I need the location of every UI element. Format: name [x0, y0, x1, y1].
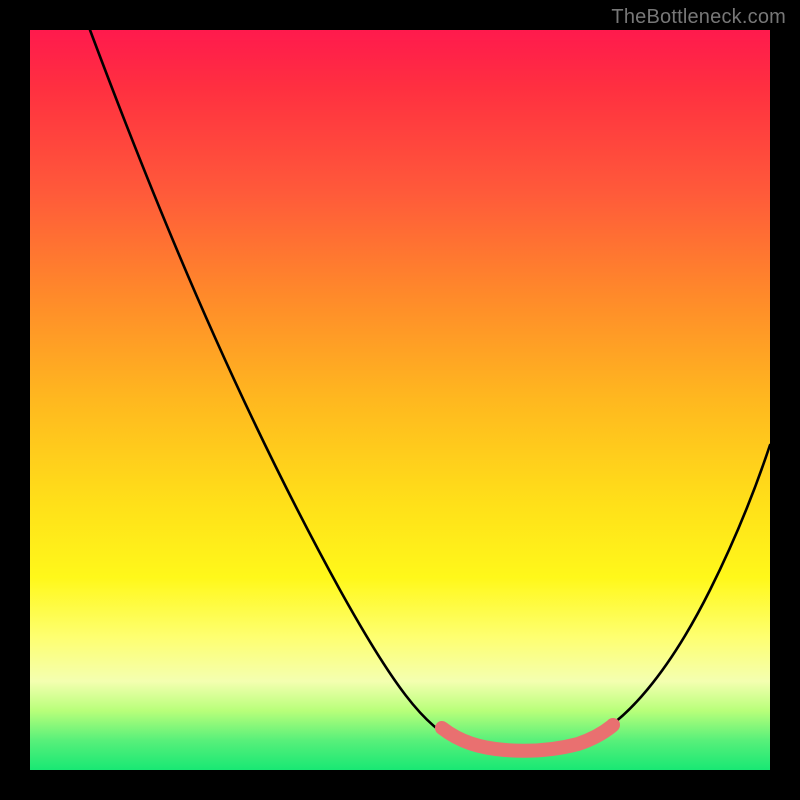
- optimal-range-marker: [442, 726, 612, 751]
- optimal-range-end-dot: [606, 718, 620, 732]
- chart-frame: TheBottleneck.com: [0, 0, 800, 800]
- bottleneck-curve: [30, 30, 770, 770]
- curve-path: [90, 30, 770, 749]
- watermark-label: TheBottleneck.com: [611, 6, 786, 29]
- plot-area: [30, 30, 770, 770]
